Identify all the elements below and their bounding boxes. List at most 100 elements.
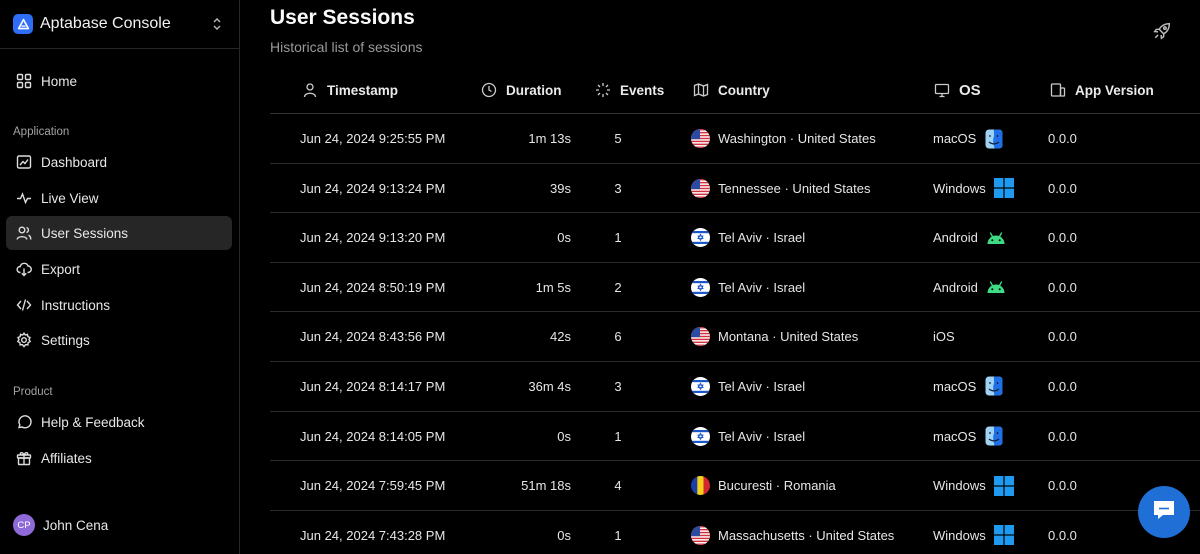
column-header-app-version[interactable]: App Version	[1049, 66, 1154, 114]
sessions-table: Timestamp Duration Events Country OS App…	[270, 66, 1200, 554]
sidebar-item-label: Dashboard	[41, 154, 108, 170]
finder-icon	[984, 376, 1004, 396]
cell-duration: 42s	[550, 329, 571, 345]
column-header-duration[interactable]: Duration	[480, 66, 562, 114]
cell-timestamp: Jun 24, 2024 8:50:19 PM	[300, 279, 446, 295]
windows-icon	[993, 475, 1014, 496]
flag-il-icon	[691, 277, 710, 297]
cell-events: 1	[614, 230, 622, 246]
os-label: macOS	[933, 378, 977, 394]
sidebar-divider	[0, 48, 239, 49]
country-label: Tel Aviv · Israel	[718, 230, 806, 246]
sidebar-item-affiliates[interactable]: Affiliates	[6, 441, 232, 475]
sidebar-item-label: User Sessions	[41, 225, 129, 241]
android-icon	[986, 277, 1006, 297]
app-switcher[interactable]: Aptabase Console	[13, 12, 227, 36]
cell-country: Washington · United States	[691, 114, 876, 163]
sidebar-item-label: Help & Feedback	[41, 414, 145, 430]
country-label: Massachusetts · United States	[718, 527, 895, 543]
gear-icon	[15, 332, 32, 349]
table-row[interactable]: Jun 24, 2024 8:14:17 PM 36m 4s 3 Tel Aviv ·…	[270, 362, 1200, 412]
os-label: macOS	[933, 428, 977, 444]
cell-app-version: 0.0.0	[1048, 329, 1077, 345]
finder-icon	[984, 129, 1004, 149]
sidebar-item-label: Export	[41, 261, 81, 277]
gift-icon	[15, 450, 32, 467]
flag-il-icon	[691, 376, 710, 396]
os-label: Windows	[933, 478, 986, 494]
cell-timestamp: Jun 24, 2024 8:14:05 PM	[300, 428, 446, 444]
table-row[interactable]: Jun 24, 2024 8:50:19 PM 1m 5s 2 Tel Aviv · …	[270, 263, 1200, 313]
section-heading-application: Application	[13, 126, 70, 138]
column-header-timestamp[interactable]: Timestamp	[301, 66, 398, 114]
flag-ro-icon	[691, 476, 710, 496]
cell-duration: 0s	[557, 230, 571, 246]
page-title: User Sessions	[270, 6, 415, 29]
cell-country: Bucuresti · Romania	[691, 461, 836, 510]
table-row[interactable]: Jun 24, 2024 9:13:24 PM 39s 3 Tennessee · U…	[270, 164, 1200, 214]
cell-os: Windows	[933, 461, 1014, 510]
finder-icon	[984, 426, 1004, 446]
windows-icon	[993, 178, 1014, 199]
cell-events: 6	[614, 329, 622, 345]
cell-events: 2	[614, 279, 622, 295]
sidebar-item-home[interactable]: Home	[6, 64, 232, 98]
cell-duration: 1m 13s	[528, 131, 571, 146]
user-name: John Cena	[43, 517, 109, 533]
cell-country: Montana · United States	[691, 312, 858, 361]
cell-duration: 39s	[550, 180, 571, 196]
cell-os: macOS	[933, 412, 1004, 461]
sidebar-item-settings[interactable]: Settings	[6, 323, 232, 357]
cell-app-version: 0.0.0	[1048, 478, 1077, 494]
chat-support-button[interactable]	[1138, 486, 1190, 538]
cell-timestamp: Jun 24, 2024 9:25:55 PM	[300, 131, 446, 146]
cell-os: Windows	[933, 164, 1014, 213]
cell-timestamp: Jun 24, 2024 9:13:20 PM	[300, 230, 446, 246]
cell-app-version: 0.0.0	[1048, 527, 1077, 543]
sidebar-item-user-sessions[interactable]: User Sessions	[6, 216, 232, 250]
cell-timestamp: Jun 24, 2024 7:43:28 PM	[300, 527, 446, 543]
sidebar-item-live-view[interactable]: Live View	[6, 181, 232, 215]
column-header-events[interactable]: Events	[594, 66, 664, 114]
table-row[interactable]: Jun 24, 2024 7:59:45 PM 51m 18s 4 Bucuresti…	[270, 461, 1200, 511]
sidebar-item-export[interactable]: Export	[6, 252, 232, 286]
os-label: iOS	[933, 329, 955, 345]
monitor-icon	[933, 82, 950, 99]
table-row[interactable]: Jun 24, 2024 8:43:56 PM 42s 6 Montana · Uni…	[270, 312, 1200, 362]
chart-icon	[15, 154, 32, 171]
os-label: Windows	[933, 180, 986, 196]
table-row[interactable]: Jun 24, 2024 9:13:20 PM 0s 1 Tel Aviv · Isr…	[270, 213, 1200, 263]
windows-icon	[993, 525, 1014, 546]
column-header-label: Events	[620, 82, 665, 98]
column-header-os[interactable]: OS	[933, 66, 981, 114]
users-icon	[15, 225, 32, 242]
cell-timestamp: Jun 24, 2024 8:14:17 PM	[300, 378, 446, 394]
android-icon	[986, 228, 1006, 248]
user-menu[interactable]: CP John Cena	[13, 513, 108, 537]
map-icon	[692, 82, 709, 99]
table-row[interactable]: Jun 24, 2024 9:25:55 PM 1m 13s 5 Washington…	[270, 114, 1200, 164]
flag-us-icon	[691, 525, 710, 545]
flag-il-icon	[691, 426, 710, 446]
rocket-icon[interactable]	[1153, 22, 1171, 40]
sidebar-item-dashboard[interactable]: Dashboard	[6, 145, 232, 179]
user-icon	[301, 82, 318, 99]
table-row[interactable]: Jun 24, 2024 8:14:05 PM 0s 1 Tel Aviv · Isr…	[270, 412, 1200, 462]
avatar: CP	[13, 514, 35, 536]
cell-os: Android	[933, 213, 1006, 262]
table-row[interactable]: Jun 24, 2024 7:43:28 PM 0s 1 Massachusetts …	[270, 511, 1200, 554]
country-label: Tel Aviv · Israel	[718, 279, 806, 295]
os-label: macOS	[933, 131, 977, 146]
chat-bubble-icon	[1151, 498, 1177, 527]
cell-events: 5	[614, 131, 622, 146]
sidebar-item-instructions[interactable]: Instructions	[6, 288, 232, 322]
cell-events: 3	[614, 180, 622, 196]
column-header-country[interactable]: Country	[692, 66, 770, 114]
grid-icon	[15, 73, 32, 90]
os-label: Android	[933, 279, 978, 295]
sidebar-item-help-feedback[interactable]: Help & Feedback	[6, 405, 232, 439]
cell-duration: 0s	[557, 527, 571, 543]
flag-il-icon	[691, 228, 710, 248]
cell-app-version: 0.0.0	[1048, 131, 1077, 146]
cell-app-version: 0.0.0	[1048, 378, 1077, 394]
